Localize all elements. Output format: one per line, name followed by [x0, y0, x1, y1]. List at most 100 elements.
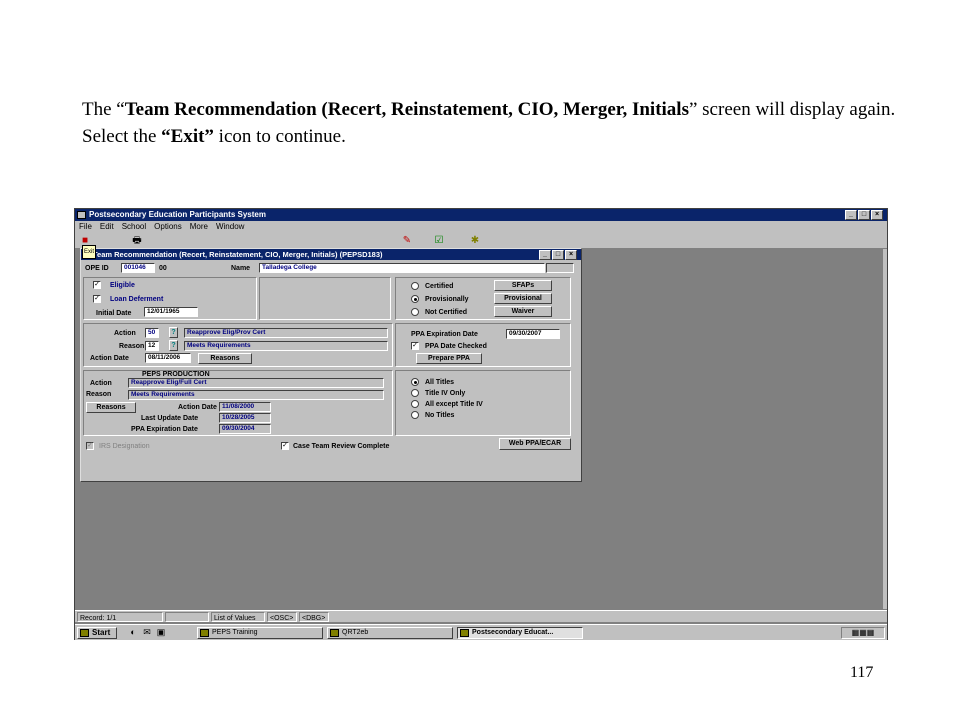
ppa-date-checked-label: PPA Date Checked — [425, 343, 487, 350]
app-window-buttons: _ □ × — [845, 210, 883, 220]
ppa-date-checked-checkbox[interactable]: ✓ — [411, 342, 419, 350]
minimize-button[interactable]: _ — [845, 210, 857, 220]
ppa-expiration-label: PPA Expiration Date — [411, 331, 478, 338]
all-except-title-iv-label: All except Title IV — [425, 401, 483, 408]
web-ppa-ecar-button[interactable]: Web PPA/ECAR — [499, 438, 571, 450]
quicklaunch-desktop-icon[interactable]: ▣ — [155, 626, 167, 639]
prod-action-field: Reapprove Elig/Full Cert — [128, 378, 384, 388]
list-of-values-status: List of Values — [211, 612, 265, 622]
statusbar: Record: 1/1 List of Values <OSC> <DBG> — [75, 610, 887, 622]
prepare-ppa-button[interactable]: Prepare PPA — [416, 353, 482, 364]
name-field[interactable]: Talladega College — [259, 263, 545, 273]
title-iv-only-label: Title IV Only — [425, 390, 466, 397]
prod-last-update-field: 10/28/2005 — [219, 413, 271, 423]
app-titlebar: Postsecondary Education Participants Sys… — [75, 209, 887, 221]
eligible-checkbox[interactable]: ✓ — [93, 281, 101, 289]
loan-deferment-checkbox[interactable]: ✓ — [93, 295, 101, 303]
radio-provisionally[interactable] — [411, 295, 419, 303]
reason-code-field[interactable]: 12 — [145, 341, 159, 351]
exit-button[interactable]: Exit — [82, 245, 96, 259]
action-code-field[interactable]: 50 — [145, 328, 159, 338]
blank-panel — [259, 277, 391, 320]
action-date-field[interactable]: 08/11/2006 — [145, 353, 191, 363]
prod-action-date-field: 11/08/2000 — [219, 402, 271, 412]
edit-pencil-icon[interactable]: ✎ — [399, 234, 415, 247]
start-button[interactable]: Start — [77, 627, 117, 639]
radio-all-titles[interactable] — [411, 378, 419, 386]
menu-edit[interactable]: Edit — [100, 221, 114, 232]
menu-school[interactable]: School — [122, 221, 146, 232]
radio-no-titles[interactable] — [411, 411, 419, 419]
task-postsecondary[interactable]: Postsecondary Educat... — [457, 627, 583, 639]
print-icon[interactable]: 🖶 — [129, 234, 145, 247]
prod-last-update-label: Last Update Date — [141, 415, 199, 422]
task-peps-training[interactable]: PEPS Training — [197, 627, 323, 639]
waiver-button[interactable]: Waiver — [494, 306, 552, 317]
reason-lookup-icon[interactable]: ? — [169, 340, 178, 351]
quicklaunch-ie-icon[interactable]: ◐ — [127, 626, 139, 639]
action-panel: Action 50 ? Reapprove Elig/Prov Cert Rea… — [83, 323, 393, 367]
menu-file[interactable]: File — [79, 221, 92, 232]
system-tray: ▦▦▦ — [841, 627, 885, 639]
action-label: Action — [114, 330, 136, 337]
no-titles-label: No Titles — [425, 412, 455, 419]
caption-exit-ref: “Exit” — [161, 126, 214, 147]
menu-window[interactable]: Window — [216, 221, 244, 232]
prod-action-label: Action — [90, 380, 112, 387]
certified-label: Certified — [425, 283, 454, 290]
dbg-status: <DBG> — [299, 612, 329, 622]
toolbar: ■ 🖶 ✎ ☑ ✱ — [75, 232, 887, 249]
taskbar: Start ◐ ✉ ▣ PEPS Training QRT2eb Postsec… — [75, 624, 887, 640]
radio-not-certified[interactable] — [411, 308, 419, 316]
checklist-icon[interactable]: ☑ — [431, 234, 447, 247]
wizard-icon[interactable]: ✱ — [467, 234, 483, 247]
network-icon[interactable]: ▦▦▦ — [852, 628, 875, 637]
windows-logo-icon — [80, 629, 89, 637]
close-button[interactable]: × — [871, 210, 883, 220]
peps-production-panel: PEPS PRODUCTION Action Reapprove Elig/Fu… — [83, 370, 393, 436]
menu-more[interactable]: More — [190, 221, 208, 232]
prod-ppa-expiration-field: 09/30/2004 — [219, 424, 271, 434]
prod-reasons-button[interactable]: Reasons — [86, 402, 136, 413]
dialog-title: Team Recommendation (Recert, Reinstateme… — [93, 250, 383, 259]
eligibility-panel: ✓ Eligible ✓ Loan Deferment Initial Date… — [83, 277, 257, 320]
sfaps-button[interactable]: SFAPs — [494, 280, 552, 291]
case-team-review-label: Case Team Review Complete — [293, 443, 390, 450]
osc-status: <OSC> — [267, 612, 297, 622]
dialog-minimize-button[interactable]: _ — [539, 250, 551, 260]
app-window: Postsecondary Education Participants Sys… — [74, 208, 888, 640]
ppa-panel: PPA Expiration Date 09/30/2007 ✓ PPA Dat… — [395, 323, 571, 367]
reasons-button[interactable]: Reasons — [198, 353, 252, 364]
radio-all-except-title-iv[interactable] — [411, 400, 419, 408]
name-label: Name — [231, 265, 251, 272]
caption-text-3: icon to continue. — [213, 126, 346, 147]
ope-suffix: 00 — [159, 265, 167, 272]
status-cell-blank — [165, 612, 209, 622]
record-status: Record: 1/1 — [77, 612, 163, 622]
ope-id-field[interactable]: 001046 — [121, 263, 155, 273]
task-label: QRT2eb — [342, 629, 369, 636]
reason-text-field: Meets Requirements — [184, 341, 388, 351]
workspace-scrollbar[interactable] — [883, 249, 887, 609]
task-qrt2eb[interactable]: QRT2eb — [327, 627, 453, 639]
initial-date-label: Initial Date — [96, 310, 132, 317]
prod-reason-label: Reason — [86, 391, 112, 398]
provisional-button[interactable]: Provisional — [494, 293, 552, 304]
dialog-close-button[interactable]: × — [565, 250, 577, 260]
ppa-expiration-field[interactable]: 09/30/2007 — [506, 329, 560, 339]
case-team-review-checkbox[interactable]: ✓ — [281, 442, 289, 450]
radio-title-iv-only[interactable] — [411, 389, 419, 397]
maximize-button[interactable]: □ — [858, 210, 870, 220]
not-certified-label: Not Certified — [425, 309, 467, 316]
menu-options[interactable]: Options — [154, 221, 182, 232]
radio-certified[interactable] — [411, 282, 419, 290]
titles-panel: All Titles Title IV Only All except Titl… — [395, 370, 571, 436]
quicklaunch-outlook-icon[interactable]: ✉ — [141, 626, 153, 639]
dialog-maximize-button[interactable]: □ — [552, 250, 564, 260]
irs-designation-label: IRS Designation — [99, 443, 150, 450]
caption-text-1: The “ — [82, 99, 125, 120]
action-lookup-icon[interactable]: ? — [169, 327, 178, 338]
app-icon — [77, 211, 86, 219]
initial-date-field[interactable]: 12/01/1965 — [144, 307, 198, 317]
start-label: Start — [92, 628, 111, 637]
